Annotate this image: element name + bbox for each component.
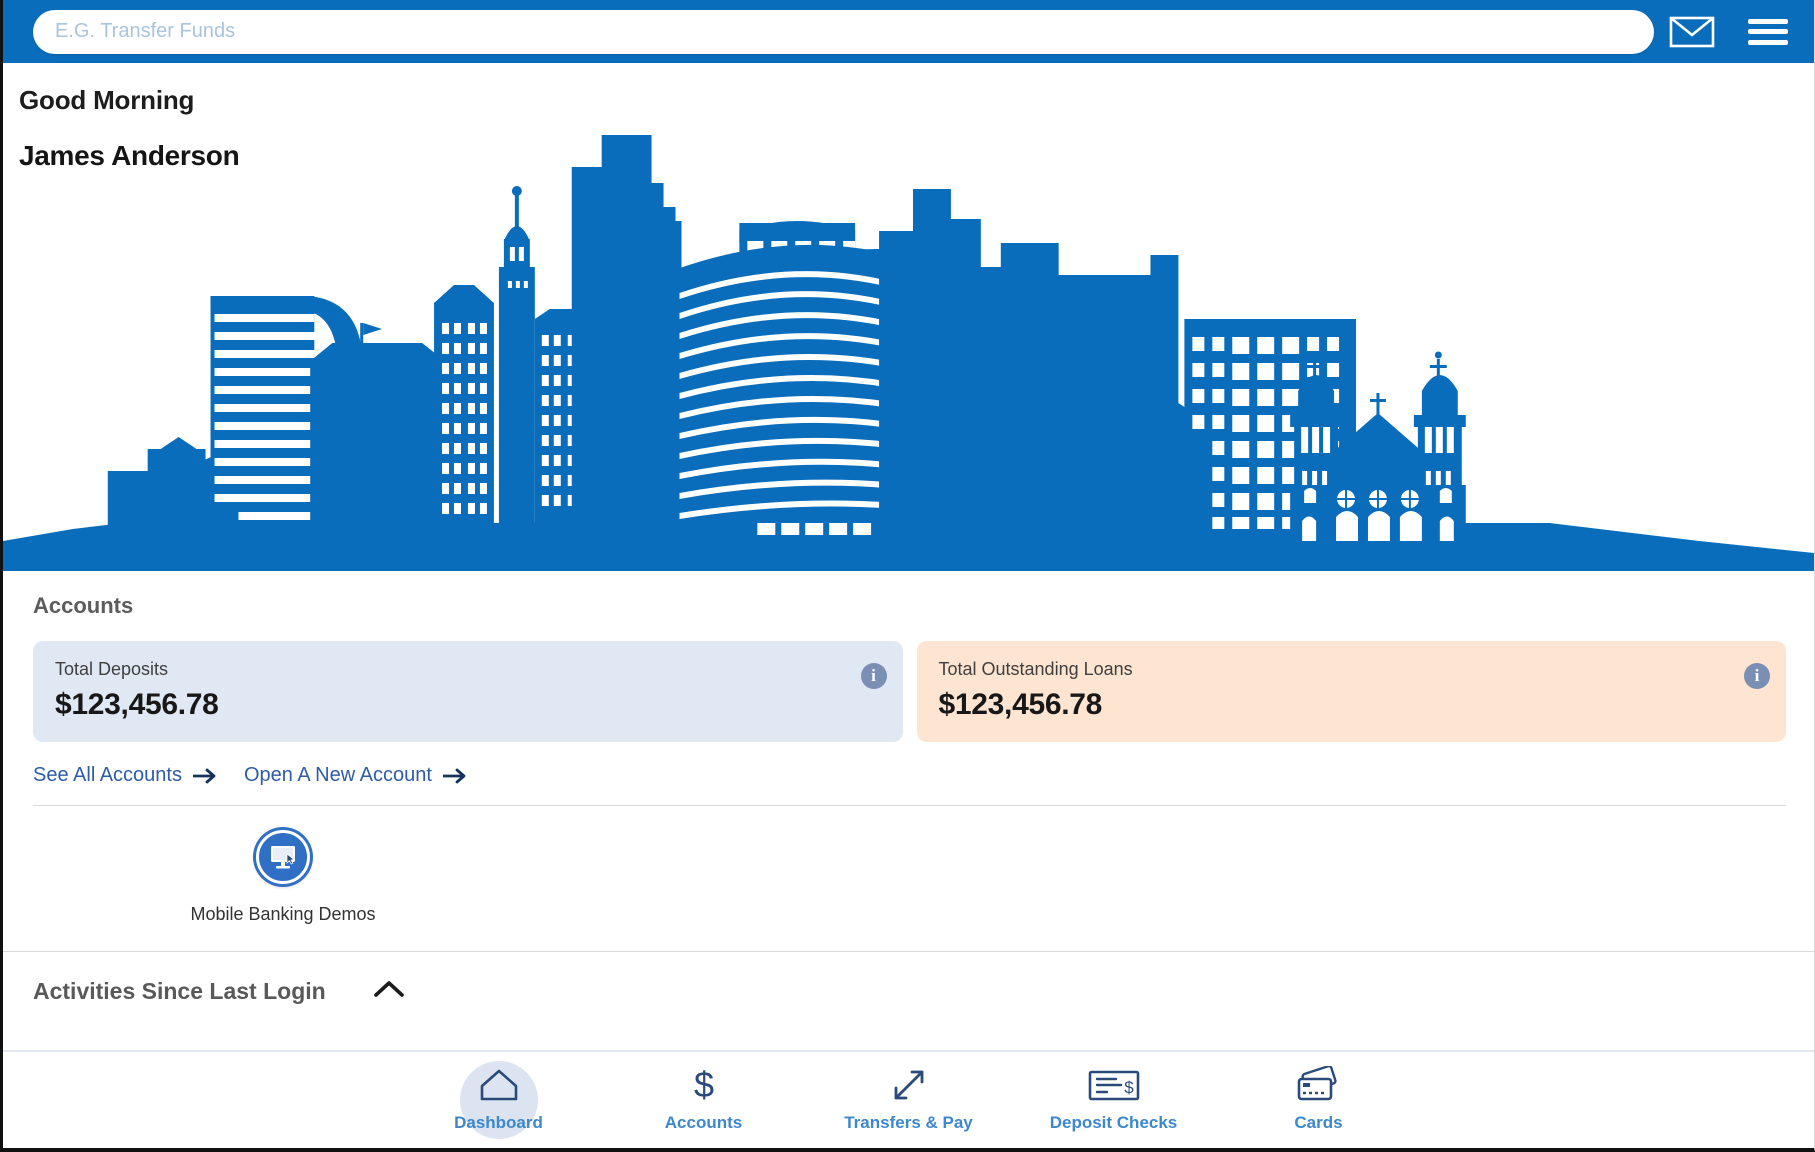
nav-label-deposit-checks: Deposit Checks bbox=[1049, 1113, 1178, 1132]
nav-item-transfers-pay[interactable]: Transfers & Pay bbox=[806, 1052, 1011, 1144]
menu-bar-2 bbox=[1748, 29, 1788, 34]
envelope-icon bbox=[1669, 16, 1715, 47]
accounts-section: Accounts Total Deposits $123,456.78 i To… bbox=[3, 571, 1814, 806]
nav-label-transfers-pay: Transfers & Pay bbox=[844, 1113, 973, 1132]
quicklinks-section: Mobile Banking Demos bbox=[3, 806, 1814, 952]
nav-item-cards[interactable]: Cards bbox=[1216, 1052, 1421, 1144]
greeting-block: Good Morning James Anderson bbox=[19, 85, 240, 172]
user-name: James Anderson bbox=[19, 140, 240, 171]
credit-cards-icon bbox=[1297, 1066, 1337, 1101]
total-deposits-value: $123,456.78 bbox=[55, 688, 219, 721]
see-all-accounts-label: See All Accounts bbox=[33, 764, 182, 786]
mobile-banking-app: Good Morning James Anderson bbox=[0, 0, 1815, 1152]
home-icon-wrap bbox=[478, 1063, 520, 1107]
svg-text:$: $ bbox=[1124, 1078, 1134, 1097]
svg-text:$: $ bbox=[693, 1064, 713, 1105]
arrow-right-icon bbox=[442, 768, 466, 783]
diagonal-arrows-icon bbox=[894, 1070, 923, 1100]
check-icon-wrap: $ bbox=[1087, 1063, 1141, 1107]
quicklink-mobile-banking-demos[interactable]: Mobile Banking Demos bbox=[188, 830, 378, 925]
nav-label-accounts: Accounts bbox=[664, 1113, 743, 1132]
hamburger-menu-button[interactable] bbox=[1748, 17, 1788, 47]
menu-bar-3 bbox=[1748, 39, 1788, 45]
activities-section: Activities Since Last Login bbox=[3, 952, 1814, 1050]
open-new-account-label: Open A New Account bbox=[243, 764, 432, 786]
search-bar[interactable] bbox=[33, 9, 1654, 54]
desktop-monitor-cursor-icon bbox=[271, 846, 295, 869]
quicklink-badge bbox=[256, 830, 310, 884]
greeting-text: Good Morning bbox=[19, 85, 195, 115]
dollar-icon-wrap: $ bbox=[687, 1063, 721, 1107]
open-new-account-link[interactable]: Open A New Account bbox=[244, 764, 468, 787]
messages-button[interactable] bbox=[1668, 12, 1716, 52]
total-deposits-card[interactable]: Total Deposits $123,456.78 i bbox=[33, 641, 903, 742]
total-loans-card[interactable]: Total Outstanding Loans $123,456.78 i bbox=[916, 641, 1786, 742]
transfers-icon-wrap bbox=[888, 1063, 930, 1107]
nav-item-accounts[interactable]: $ Accounts bbox=[601, 1052, 806, 1144]
home-icon bbox=[480, 1069, 517, 1101]
nav-item-dashboard[interactable]: Dashboard bbox=[396, 1052, 601, 1144]
see-all-accounts-link[interactable]: See All Accounts bbox=[33, 764, 218, 787]
arrow-right-icon bbox=[192, 768, 216, 783]
quicklink-label: Mobile Banking Demos bbox=[190, 904, 376, 924]
chevron-up-icon[interactable] bbox=[372, 978, 406, 1000]
total-loans-value: $123,456.78 bbox=[938, 688, 1103, 721]
activities-title: Activities Since Last Login bbox=[33, 978, 326, 1004]
menu-bar-1 bbox=[1748, 18, 1788, 24]
info-icon-loans[interactable]: i bbox=[1744, 663, 1770, 689]
bottom-navigation: Dashboard $ Accounts Transfers & Pay $ D… bbox=[3, 1050, 1814, 1148]
hero-banner: Good Morning James Anderson bbox=[3, 63, 1814, 571]
account-links-row: See All Accounts Open A New Account bbox=[33, 764, 1786, 787]
city-skyline-illustration bbox=[3, 135, 1814, 571]
dollar-sign-icon: $ bbox=[693, 1064, 713, 1105]
total-deposits-label: Total Deposits bbox=[55, 659, 169, 679]
accounts-heading: Accounts bbox=[33, 593, 134, 618]
search-input[interactable] bbox=[55, 20, 1632, 43]
account-cards-row: Total Deposits $123,456.78 i Total Outst… bbox=[33, 641, 1786, 742]
nav-label-cards: Cards bbox=[1294, 1113, 1343, 1132]
app-header bbox=[3, 0, 1814, 63]
total-loans-label: Total Outstanding Loans bbox=[938, 659, 1133, 679]
nav-item-deposit-checks[interactable]: $ Deposit Checks bbox=[1011, 1052, 1216, 1144]
info-icon-deposits[interactable]: i bbox=[860, 663, 887, 689]
check-document-icon: $ bbox=[1088, 1070, 1139, 1101]
nav-label-dashboard: Dashboard bbox=[454, 1113, 543, 1132]
cards-icon-wrap bbox=[1294, 1063, 1344, 1107]
